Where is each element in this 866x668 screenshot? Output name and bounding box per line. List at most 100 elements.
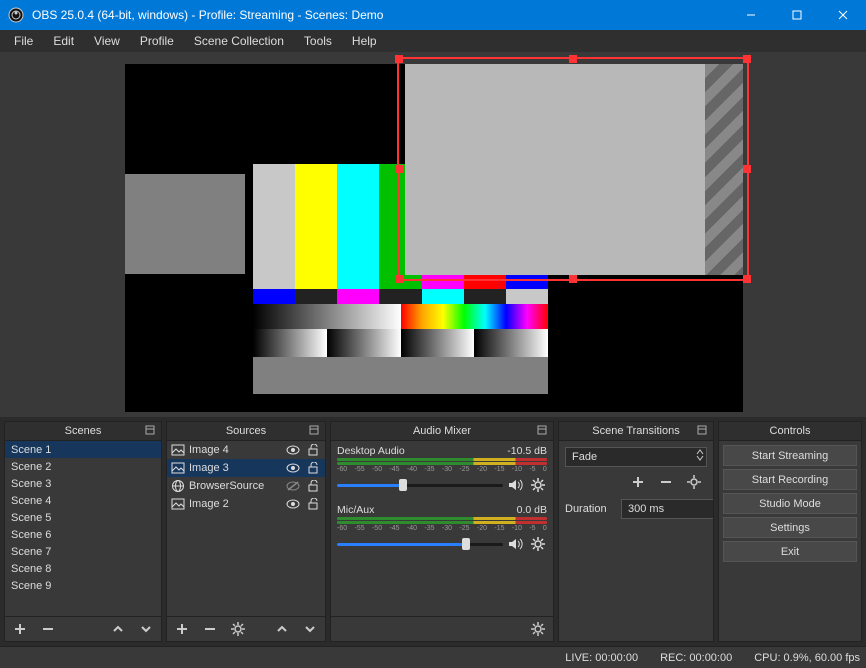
mixer-channel: Desktop Audio-10.5 dB-60-55-50-45-40-35-… xyxy=(337,445,547,494)
transition-settings-button[interactable] xyxy=(681,471,707,493)
visibility-toggle[interactable] xyxy=(285,444,301,456)
lock-toggle[interactable] xyxy=(305,480,321,492)
menu-file[interactable]: File xyxy=(4,32,43,50)
scene-item[interactable]: Scene 1 xyxy=(5,441,161,458)
resize-handle-mt[interactable] xyxy=(569,55,577,63)
duration-label: Duration xyxy=(565,503,615,515)
source-label: Image 3 xyxy=(189,462,229,474)
scenes-title: Scenes xyxy=(65,425,102,437)
lock-toggle[interactable] xyxy=(305,462,321,474)
app-icon xyxy=(8,7,24,23)
image-icon xyxy=(171,461,185,475)
status-cpu: CPU: 0.9%, 60.00 fps xyxy=(754,652,860,664)
sources-title: Sources xyxy=(226,425,266,437)
scene-item[interactable]: Scene 2 xyxy=(5,458,161,475)
resize-handle-tl[interactable] xyxy=(395,55,403,63)
visibility-toggle[interactable] xyxy=(285,480,301,492)
dock-popout-icon[interactable] xyxy=(696,424,710,438)
exit-button[interactable]: Exit xyxy=(723,541,857,562)
source-up-button[interactable] xyxy=(269,618,295,640)
resize-handle-tr[interactable] xyxy=(743,55,751,63)
scenes-list[interactable]: Scene 1Scene 2Scene 3Scene 4Scene 5Scene… xyxy=(5,441,161,616)
menu-view[interactable]: View xyxy=(84,32,130,50)
channel-db: -10.5 dB xyxy=(507,445,547,457)
scene-item[interactable]: Scene 8 xyxy=(5,560,161,577)
controls-title: Controls xyxy=(770,425,811,437)
scenes-dock: Scenes Scene 1Scene 2Scene 3Scene 4Scene… xyxy=(4,421,162,642)
source-item[interactable]: Image 2 xyxy=(167,495,325,513)
docks-row: Scenes Scene 1Scene 2Scene 3Scene 4Scene… xyxy=(0,417,866,646)
source-item[interactable]: Image 4 xyxy=(167,441,325,459)
lock-toggle[interactable] xyxy=(305,498,321,510)
resize-handle-br[interactable] xyxy=(743,275,751,283)
resize-handle-mr[interactable] xyxy=(743,165,751,173)
image-icon xyxy=(171,497,185,511)
menu-profile[interactable]: Profile xyxy=(130,32,184,50)
window-title: OBS 25.0.4 (64-bit, windows) - Profile: … xyxy=(32,8,728,22)
scene-item[interactable]: Scene 3 xyxy=(5,475,161,492)
visibility-toggle[interactable] xyxy=(285,498,301,510)
start-recording-button[interactable]: Start Recording xyxy=(723,469,857,490)
source-down-button[interactable] xyxy=(297,618,323,640)
start-streaming-button[interactable]: Start Streaming xyxy=(723,445,857,466)
dock-popout-icon[interactable] xyxy=(536,424,550,438)
source-item[interactable]: Image 3 xyxy=(167,459,325,477)
gear-icon[interactable] xyxy=(529,476,547,494)
mixer-title: Audio Mixer xyxy=(413,425,471,437)
dock-popout-icon[interactable] xyxy=(144,424,158,438)
mixer-settings-button[interactable] xyxy=(525,618,551,640)
transition-type-value: Fade xyxy=(572,451,597,463)
volume-slider[interactable] xyxy=(337,537,503,551)
minimize-button[interactable] xyxy=(728,0,774,30)
settings-button[interactable]: Settings xyxy=(723,517,857,538)
remove-source-button[interactable] xyxy=(197,618,223,640)
scene-item[interactable]: Scene 5 xyxy=(5,509,161,526)
volume-slider[interactable] xyxy=(337,478,503,492)
transition-type-select[interactable]: Fade xyxy=(565,447,707,467)
source-label: BrowserSource xyxy=(189,480,264,492)
duration-input[interactable] xyxy=(621,499,713,519)
speaker-icon[interactable] xyxy=(507,535,525,553)
close-button[interactable] xyxy=(820,0,866,30)
sources-dock: Sources Image 4Image 3BrowserSourceImage… xyxy=(166,421,326,642)
scene-down-button[interactable] xyxy=(133,618,159,640)
add-scene-button[interactable] xyxy=(7,618,33,640)
scene-item[interactable]: Scene 4 xyxy=(5,492,161,509)
status-live: LIVE: 00:00:00 xyxy=(565,652,638,664)
menu-tools[interactable]: Tools xyxy=(294,32,342,50)
gear-icon[interactable] xyxy=(529,535,547,553)
transitions-title: Scene Transitions xyxy=(592,425,679,437)
speaker-icon[interactable] xyxy=(507,476,525,494)
menubar: FileEditViewProfileScene CollectionTools… xyxy=(0,30,866,52)
preview-area[interactable] xyxy=(0,52,866,417)
sources-list[interactable]: Image 4 Image 3 BrowserSource Image 2 xyxy=(167,441,325,616)
preview-canvas[interactable] xyxy=(125,64,743,412)
add-source-button[interactable] xyxy=(169,618,195,640)
mixer-dock: Audio Mixer Desktop Audio-10.5 dB-60-55-… xyxy=(330,421,554,642)
menu-help[interactable]: Help xyxy=(342,32,387,50)
scene-item[interactable]: Scene 6 xyxy=(5,526,161,543)
menu-edit[interactable]: Edit xyxy=(43,32,84,50)
statusbar: LIVE: 00:00:00 REC: 00:00:00 CPU: 0.9%, … xyxy=(0,646,866,668)
scene-item[interactable]: Scene 7 xyxy=(5,543,161,560)
source-settings-button[interactable] xyxy=(225,618,251,640)
lock-toggle[interactable] xyxy=(305,444,321,456)
status-rec: REC: 00:00:00 xyxy=(660,652,732,664)
add-transition-button[interactable] xyxy=(625,471,651,493)
remove-transition-button[interactable] xyxy=(653,471,679,493)
source-item[interactable]: BrowserSource xyxy=(167,477,325,495)
scene-item[interactable]: Scene 9 xyxy=(5,577,161,594)
resize-handle-mb[interactable] xyxy=(569,275,577,283)
mixer-body: Desktop Audio-10.5 dB-60-55-50-45-40-35-… xyxy=(331,441,553,616)
mixer-channel: Mic/Aux0.0 dB-60-55-50-45-40-35-30-25-20… xyxy=(337,504,547,553)
maximize-button[interactable] xyxy=(774,0,820,30)
visibility-toggle[interactable] xyxy=(285,462,301,474)
menu-scene-collection[interactable]: Scene Collection xyxy=(184,32,294,50)
remove-scene-button[interactable] xyxy=(35,618,61,640)
studio-mode-button[interactable]: Studio Mode xyxy=(723,493,857,514)
globe-icon xyxy=(171,479,185,493)
transitions-dock: Scene Transitions Fade Duration xyxy=(558,421,714,642)
dock-popout-icon[interactable] xyxy=(308,424,322,438)
titlebar: OBS 25.0.4 (64-bit, windows) - Profile: … xyxy=(0,0,866,30)
scene-up-button[interactable] xyxy=(105,618,131,640)
